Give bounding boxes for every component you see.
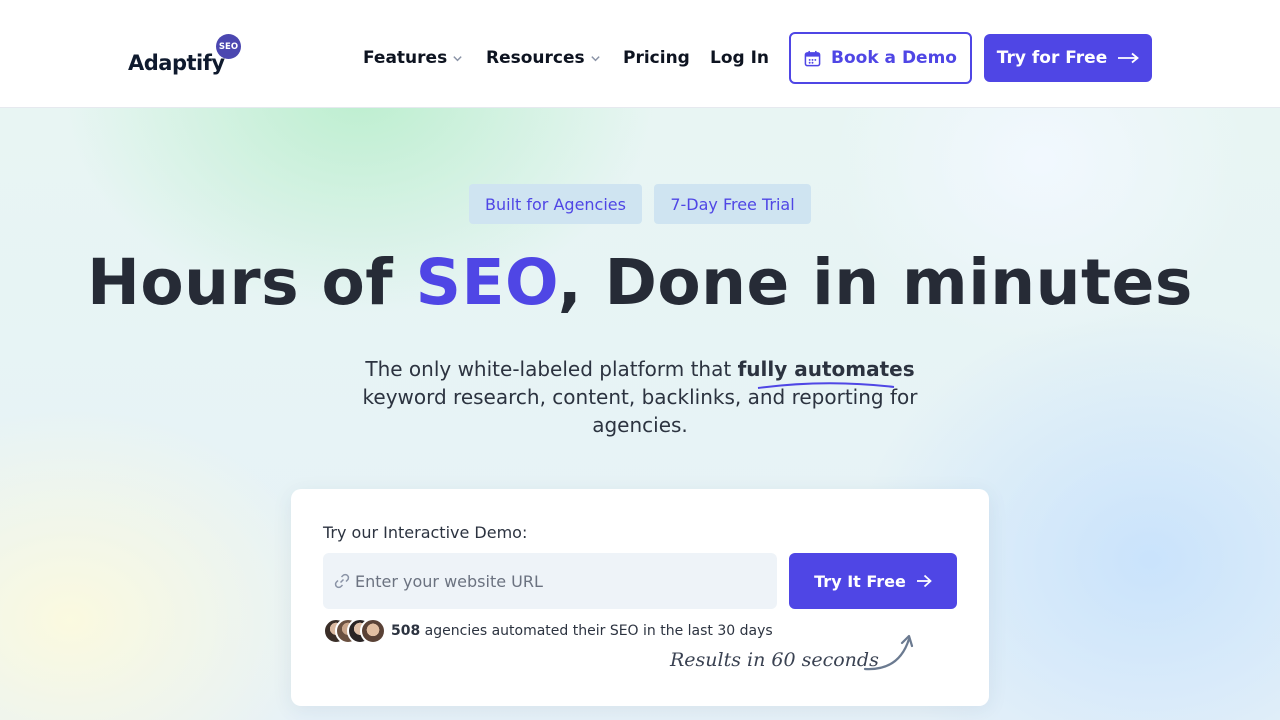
nav-item-label: Resources: [486, 48, 585, 68]
site-header: Adaptify SEO Features Resources Pricing …: [0, 0, 1280, 108]
headline-part-1: Hours of: [87, 246, 416, 319]
chevron-down-icon: [590, 55, 600, 61]
pill-built-for-agencies: Built for Agencies: [469, 184, 642, 224]
calendar-icon: [804, 50, 821, 66]
demo-card-label: Try our Interactive Demo:: [323, 523, 528, 542]
nav-item-label: Features: [363, 48, 448, 68]
social-proof-text: 508 agencies automated their SEO in the …: [391, 623, 773, 639]
arrow-right-icon: [1118, 52, 1140, 64]
logo-text: Adaptify: [128, 51, 225, 75]
url-input-container[interactable]: [323, 553, 777, 609]
pill-free-trial: 7-Day Free Trial: [654, 184, 811, 224]
book-demo-button[interactable]: Book a Demo: [789, 32, 972, 84]
results-note: Results in 60 seconds: [670, 649, 879, 671]
subtitle-highlight: fully automates: [737, 355, 915, 389]
nav-item-label: Log In: [710, 48, 770, 68]
subtitle-highlight-text: fully automates: [737, 357, 915, 381]
headline-accent: SEO: [415, 246, 558, 319]
try-for-free-button[interactable]: Try for Free: [984, 34, 1152, 82]
logo[interactable]: Adaptify SEO: [128, 34, 248, 78]
avatar: [360, 618, 386, 644]
nav-item-pricing[interactable]: Pricing: [623, 46, 690, 70]
website-url-input[interactable]: [355, 553, 765, 609]
social-proof-label: agencies automated their SEO in the last…: [420, 623, 773, 639]
book-demo-label: Book a Demo: [831, 48, 957, 68]
arrow-right-icon: [916, 574, 932, 588]
headline-part-2: , Done in minutes: [557, 246, 1193, 319]
nav-item-features[interactable]: Features: [363, 46, 463, 70]
curved-arrow-icon: [863, 634, 914, 671]
try-it-free-label: Try It Free: [814, 571, 906, 591]
nav-item-resources[interactable]: Resources: [486, 46, 601, 70]
page-title: Hours of SEO, Done in minutes: [0, 246, 1280, 319]
link-icon: [334, 573, 350, 589]
underline-decoration: [757, 382, 894, 389]
try-for-free-label: Try for Free: [996, 48, 1108, 68]
hero-subtitle: The only white-labeled platform that ful…: [340, 355, 940, 439]
logo-badge: SEO: [216, 34, 241, 59]
chevron-down-icon: [453, 55, 462, 61]
agency-count: 508: [391, 623, 421, 639]
subtitle-after: keyword research, content, backlinks, an…: [362, 385, 918, 437]
demo-card: Try our Interactive Demo: Try It Free 50…: [291, 489, 989, 706]
nav-item-login[interactable]: Log In: [710, 46, 769, 70]
try-it-free-button[interactable]: Try It Free: [789, 553, 957, 609]
nav-item-label: Pricing: [623, 48, 690, 68]
subtitle-before: The only white-labeled platform that: [365, 357, 738, 381]
agency-avatars: [323, 618, 387, 644]
